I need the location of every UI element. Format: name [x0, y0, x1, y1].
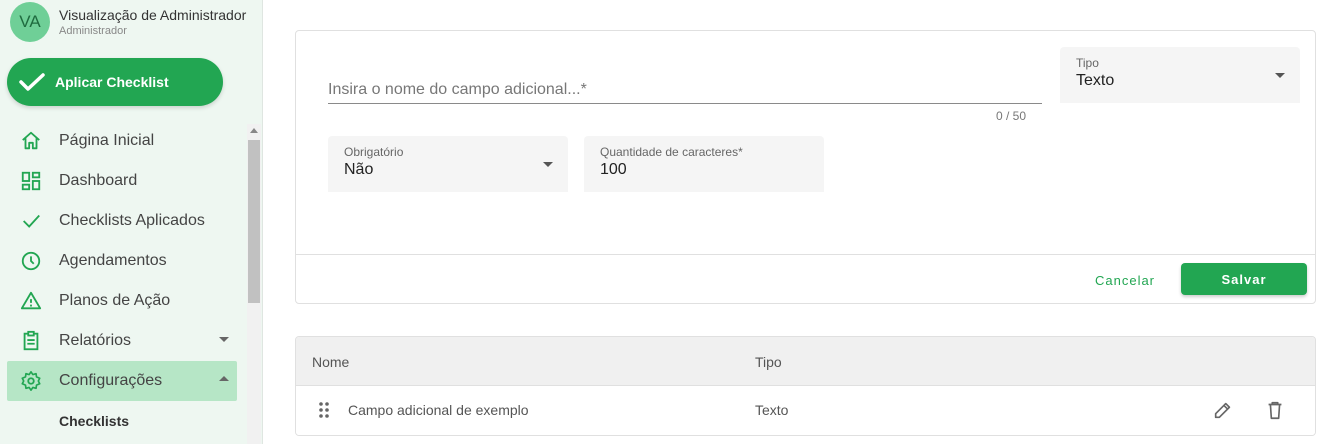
delete-icon[interactable]	[1264, 399, 1286, 424]
sidebar-item-label: Agendamentos	[59, 252, 167, 269]
name-field[interactable]	[328, 78, 1042, 104]
apply-checklist-button[interactable]: Aplicar Checklist	[7, 58, 223, 106]
tipo-label: Tipo	[1076, 56, 1099, 70]
home-icon	[19, 129, 43, 153]
sidebar-scrollbar[interactable]	[247, 124, 261, 444]
row-nome: Campo adicional de exemplo	[348, 402, 529, 418]
user-info: VA Visualização de Administrador Adminis…	[10, 2, 246, 42]
drag-handle-icon[interactable]	[317, 401, 331, 422]
tipo-select[interactable]: Tipo Texto	[1060, 47, 1300, 103]
obrigatorio-select[interactable]: Obrigatório Não	[328, 136, 568, 192]
cancel-button[interactable]: Cancelar	[1081, 264, 1169, 296]
sidebar-item-agendamentos[interactable]: Agendamentos	[7, 241, 237, 281]
user-role: Administrador	[59, 25, 127, 37]
table-row: Campo adicional de exemplo Texto	[296, 386, 1315, 435]
scroll-thumb[interactable]	[248, 140, 260, 303]
dashboard-icon	[19, 169, 43, 193]
sidebar-item-pagina-inicial[interactable]: Página Inicial	[7, 121, 237, 161]
edit-icon[interactable]	[1212, 399, 1234, 424]
obrigatorio-value: Não	[344, 161, 374, 178]
additional-field-form: 0 / 50 Tipo Texto Obrigatório Não Quanti…	[295, 30, 1316, 304]
sidebar-nav: Página Inicial Dashboard Checklists Apli…	[7, 121, 237, 441]
fields-table: Nome Tipo Campo adicional de exemplo Tex…	[295, 336, 1316, 436]
sidebar-item-dashboard[interactable]: Dashboard	[7, 161, 237, 201]
sidebar-item-label: Relatórios	[59, 332, 132, 349]
column-header-nome: Nome	[312, 354, 350, 370]
avatar[interactable]: VA	[10, 2, 50, 42]
character-counter: 0 / 50	[996, 109, 1027, 123]
chevron-down-icon	[219, 337, 229, 342]
sidebar-item-label: Página Inicial	[59, 132, 155, 149]
sidebar-item-label: Dashboard	[59, 172, 138, 189]
sidebar-item-checklists-aplicados[interactable]: Checklists Aplicados	[7, 201, 237, 241]
check-icon	[19, 73, 45, 91]
quantidade-label: Quantidade de caracteres*	[600, 145, 743, 159]
warning-icon	[19, 289, 43, 313]
chevron-up-icon	[219, 376, 229, 381]
sidebar-item-label: Planos de Ação	[59, 292, 171, 309]
quantidade-field[interactable]: Quantidade de caracteres* 100	[584, 136, 824, 192]
sidebar-item-label: Configurações	[59, 372, 163, 389]
scroll-up-icon[interactable]	[250, 128, 258, 133]
sidebar-subitem-checklists[interactable]: Checklists	[7, 401, 237, 441]
apply-checklist-label: Aplicar Checklist	[55, 74, 169, 90]
save-button[interactable]: Salvar	[1181, 263, 1307, 295]
quantidade-value[interactable]: 100	[600, 161, 627, 179]
table-header: Nome Tipo	[296, 337, 1315, 386]
sidebar-item-relatorios[interactable]: Relatórios	[7, 321, 237, 361]
column-header-tipo: Tipo	[755, 354, 782, 370]
dropdown-arrow-icon	[1275, 73, 1285, 78]
check-icon	[19, 209, 43, 233]
dropdown-arrow-icon	[543, 162, 553, 167]
row-tipo: Texto	[755, 402, 789, 418]
sidebar: VA Visualização de Administrador Adminis…	[0, 0, 263, 444]
sidebar-item-planos-de-acao[interactable]: Planos de Ação	[7, 281, 237, 321]
gear-icon	[19, 369, 43, 393]
clipboard-icon	[19, 329, 43, 353]
name-input[interactable]	[328, 78, 1042, 102]
user-name: Visualização de Administrador	[59, 7, 247, 23]
tipo-value: Texto	[1076, 72, 1115, 89]
sidebar-item-configuracoes[interactable]: Configurações	[7, 361, 237, 401]
form-actions: Cancelar Salvar	[296, 254, 1315, 304]
sidebar-subitem-label: Checklists	[59, 413, 130, 429]
obrigatorio-label: Obrigatório	[344, 145, 404, 159]
sidebar-item-label: Checklists Aplicados	[59, 212, 205, 229]
clock-icon	[19, 249, 43, 273]
